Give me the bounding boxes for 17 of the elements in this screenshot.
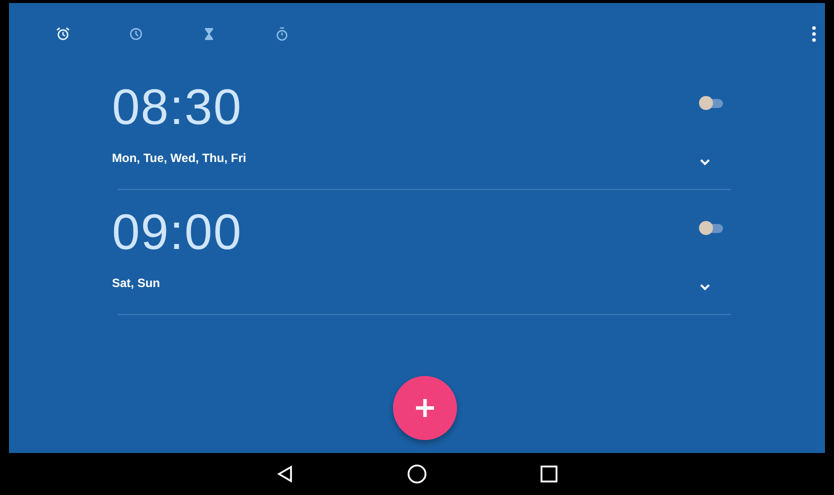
alarm-icon [55, 26, 71, 42]
add-alarm-button[interactable] [393, 376, 457, 440]
alarm-toggle[interactable] [699, 96, 725, 110]
back-icon[interactable] [275, 464, 295, 484]
alarm-time[interactable]: 09:00 [112, 204, 699, 260]
alarm-days: Sat, Sun [112, 260, 699, 314]
chevron-down-icon[interactable] [699, 158, 711, 166]
stopwatch-icon [274, 26, 290, 42]
recents-icon[interactable] [539, 464, 559, 484]
more-menu-icon[interactable] [811, 25, 817, 43]
plus-icon [414, 397, 436, 419]
clock-icon [128, 26, 144, 42]
alarm-toggle[interactable] [699, 221, 725, 235]
alarm-time[interactable]: 08:30 [112, 79, 699, 135]
alarm-days: Mon, Tue, Wed, Thu, Fri [112, 135, 699, 189]
home-icon[interactable] [407, 464, 427, 484]
chevron-down-icon[interactable] [699, 283, 711, 291]
